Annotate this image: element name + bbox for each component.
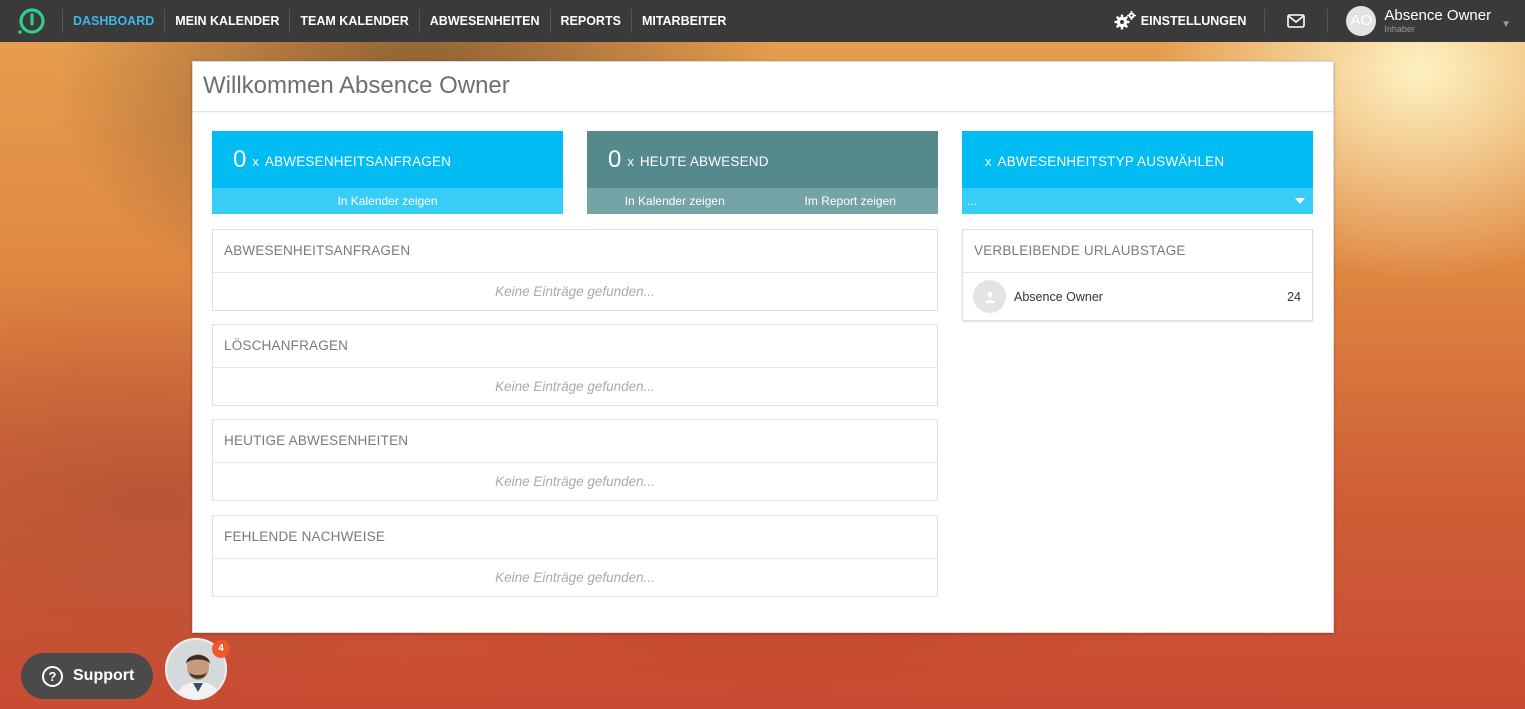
support-label: Support bbox=[73, 667, 135, 684]
settings-button[interactable]: EINSTELLUNGEN bbox=[1113, 9, 1259, 33]
settings-label: EINSTELLUNGEN bbox=[1140, 14, 1247, 28]
tile-absence-requests-header: 0 x ABWESENHEITSANFRAGEN bbox=[212, 131, 563, 188]
absence-type-select[interactable]: ... bbox=[962, 188, 1313, 214]
employee-name: Absence Owner bbox=[1014, 289, 1103, 304]
tile-absence-type: x ABWESENHEITSTYP AUSWÄHLEN ... bbox=[962, 131, 1313, 214]
user-name: Absence Owner bbox=[1384, 7, 1492, 24]
panel-todays-absences: HEUTIGE ABWESENHEITEN Keine Einträge gef… bbox=[212, 419, 938, 501]
nav-abwesenheiten[interactable]: ABWESENHEITEN bbox=[418, 9, 550, 33]
tile-x: x bbox=[985, 154, 992, 169]
user-role: Inhaber bbox=[1384, 24, 1415, 34]
panel-absence-requests: ABWESENHEITSANFRAGEN Keine Einträge gefu… bbox=[212, 229, 938, 311]
panel-title: LÖSCHANFRAGEN bbox=[213, 325, 937, 368]
tile-label: ABWESENHEITSTYP AUSWÄHLEN bbox=[997, 154, 1225, 169]
panel-empty-message: Keine Einträge gefunden... bbox=[495, 570, 655, 585]
panel-title: VERBLEIBENDE URLAUBSTAGE bbox=[963, 230, 1312, 273]
main-nav: DASHBOARD MEIN KALENDER TEAM KALENDER AB… bbox=[62, 0, 736, 42]
tile-x: x bbox=[627, 154, 634, 169]
panel-title: HEUTIGE ABWESENHEITEN bbox=[213, 420, 937, 463]
panel-empty-message: Keine Einträge gefunden... bbox=[495, 284, 655, 299]
panel-empty-message: Keine Einträge gefunden... bbox=[495, 474, 655, 489]
panel-title: ABWESENHEITSANFRAGEN bbox=[213, 230, 937, 273]
tile-label: HEUTE ABWESEND bbox=[639, 154, 769, 169]
panel-deletion-requests: LÖSCHANFRAGEN Keine Einträge gefunden... bbox=[212, 324, 938, 406]
tile-links: In Kalender zeigen bbox=[212, 188, 563, 214]
nav-reports[interactable]: REPORTS bbox=[549, 9, 631, 33]
tile-links: In Kalender zeigen Im Report zeigen bbox=[587, 188, 938, 214]
caret-down-icon bbox=[1295, 198, 1305, 204]
app-logo-icon[interactable] bbox=[16, 6, 46, 36]
notification-badge: 4 bbox=[212, 640, 230, 658]
right-nav: EINSTELLUNGEN AO Absence Owner Inhaber ▼ bbox=[1113, 0, 1525, 42]
tile-absent-today: 0 x HEUTE ABWESEND In Kalender zeigen Im… bbox=[587, 131, 938, 214]
caret-down-icon: ▼ bbox=[1501, 18, 1511, 30]
show-in-calendar-link[interactable]: In Kalender zeigen bbox=[212, 194, 563, 208]
panel-empty-message: Keine Einträge gefunden... bbox=[495, 379, 655, 394]
tile-absence-requests: 0 x ABWESENHEITSANFRAGEN In Kalender zei… bbox=[212, 131, 563, 214]
absence-type-select-value: ... bbox=[967, 194, 978, 208]
envelope-icon bbox=[1287, 14, 1306, 28]
nav-mitarbeiter[interactable]: MITARBEITER bbox=[630, 9, 737, 33]
nav-team-kalender[interactable]: TEAM KALENDER bbox=[289, 9, 418, 33]
question-icon: ? bbox=[42, 665, 63, 687]
tile-absent-today-header: 0 x HEUTE ABWESEND bbox=[587, 131, 938, 188]
panel-missing-documents: FEHLENDE NACHWEISE Keine Einträge gefund… bbox=[212, 515, 938, 597]
tile-x: x bbox=[252, 154, 259, 169]
tile-count: 0 bbox=[608, 145, 622, 173]
gears-icon bbox=[1114, 11, 1136, 30]
show-in-calendar-link[interactable]: In Kalender zeigen bbox=[587, 194, 763, 208]
tile-absence-type-header: x ABWESENHEITSTYP AUSWÄHLEN bbox=[962, 131, 1313, 188]
panel-remaining-vacation: VERBLEIBENDE URLAUBSTAGE Absence Owner 2… bbox=[962, 229, 1313, 321]
user-avatar: AO bbox=[1346, 6, 1377, 36]
page-title: Willkommen Absence Owner bbox=[193, 62, 1333, 112]
dashboard-card: Willkommen Absence Owner 0 x ABWESENHEIT… bbox=[192, 61, 1334, 633]
user-text: Absence Owner Inhaber bbox=[1384, 8, 1491, 34]
support-button[interactable]: ? Support bbox=[21, 653, 153, 699]
tile-label: ABWESENHEITSANFRAGEN bbox=[264, 154, 452, 169]
messages-button[interactable] bbox=[1264, 9, 1329, 33]
list-item[interactable]: Absence Owner 24 bbox=[963, 273, 1312, 320]
tile-count: 0 bbox=[233, 145, 247, 173]
panel-title: FEHLENDE NACHWEISE bbox=[213, 516, 937, 559]
remaining-days: 24 bbox=[1287, 289, 1301, 304]
nav-dashboard[interactable]: DASHBOARD bbox=[62, 9, 164, 33]
top-navbar: DASHBOARD MEIN KALENDER TEAM KALENDER AB… bbox=[0, 0, 1525, 42]
user-menu[interactable]: AO Absence Owner Inhaber ▼ bbox=[1328, 6, 1525, 36]
nav-mein-kalender[interactable]: MEIN KALENDER bbox=[164, 9, 289, 33]
show-in-report-link[interactable]: Im Report zeigen bbox=[763, 194, 939, 208]
user-icon bbox=[973, 280, 1006, 313]
